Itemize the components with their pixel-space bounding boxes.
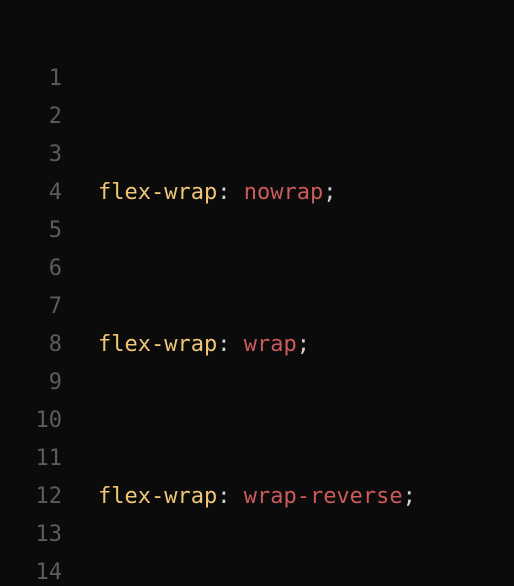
code-editor[interactable]: 1 2 3 flex-wrap: nowrap; 4 5 6 7 flex-wr… (0, 0, 514, 586)
code-line[interactable]: 2 (0, 60, 514, 129)
code-line[interactable]: 13 (0, 478, 514, 547)
code-line[interactable]: 10 (0, 364, 514, 433)
code-line[interactable]: 12 (0, 440, 514, 509)
code-line[interactable]: 5 (0, 174, 514, 243)
code-line[interactable]: 1 (0, 22, 514, 91)
code-line[interactable]: 9 (0, 326, 514, 395)
code-line[interactable]: 8 (0, 288, 514, 357)
code-line[interactable]: 14 (0, 516, 514, 585)
code-line[interactable]: 7 flex-wrap: wrap; (0, 250, 514, 357)
code-line[interactable]: 6 (0, 212, 514, 281)
line-number: 14 (35, 560, 63, 585)
code-line[interactable]: 4 (0, 136, 514, 205)
code-line[interactable]: 3 flex-wrap: nowrap; (0, 98, 514, 205)
code-line[interactable]: 11 flex-wrap: wrap-reverse; (0, 402, 514, 509)
